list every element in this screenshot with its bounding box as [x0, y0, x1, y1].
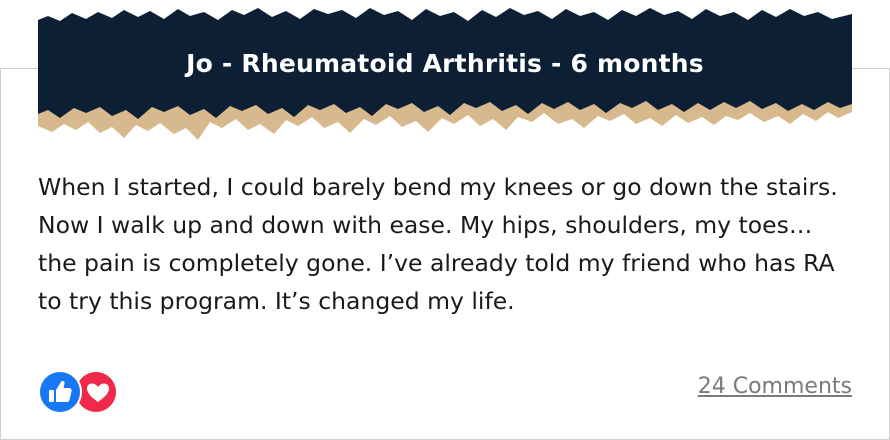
title-banner: Jo - Rheumatoid Arthritis - 6 months: [38, 0, 852, 150]
banner-title: Jo - Rheumatoid Arthritis - 6 months: [186, 49, 704, 78]
testimonial-text: When I started, I could barely bend my k…: [38, 173, 838, 315]
like-icon: [38, 370, 82, 414]
reaction-icons[interactable]: [38, 370, 120, 414]
comments-link[interactable]: 24 Comments: [698, 374, 852, 399]
